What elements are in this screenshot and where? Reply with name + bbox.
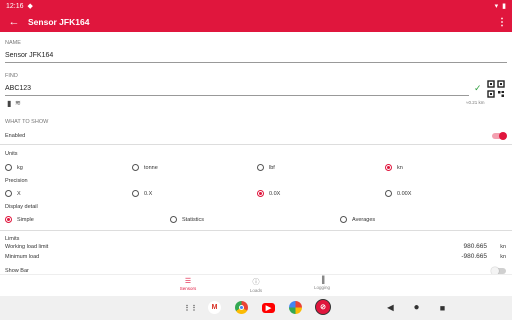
name-label: NAME [5, 40, 21, 46]
find-underline [5, 95, 469, 96]
nav-logging[interactable]: ▐ Logging [302, 277, 342, 290]
what-to-show-label: WHAT TO SHOW [5, 119, 49, 125]
bar-chart-icon: ▐ [319, 277, 325, 284]
working-load-unit: kn [500, 244, 506, 250]
divider [0, 144, 512, 145]
divider [0, 230, 512, 231]
precision-radio-0x[interactable]: 0.X [132, 190, 152, 197]
precision-radio-000x[interactable]: 0.00X [385, 190, 411, 197]
enabled-label: Enabled [5, 133, 26, 139]
battery-icon: ▮ [7, 99, 12, 108]
find-input[interactable]: ABC123 [5, 85, 31, 92]
units-radio-lbf[interactable]: lbf [257, 164, 275, 171]
app-bar: ← Sensor JFK164 ⋮ [0, 12, 512, 32]
display-detail-label: Display detail [5, 204, 38, 210]
wifi-icon: ▾ [494, 3, 499, 10]
find-label: FIND [5, 73, 18, 79]
detail-radio-statistics[interactable]: Statistics [170, 216, 204, 223]
working-load-label: Working load limit [5, 244, 49, 250]
gauge-icon: ⓘ [252, 279, 260, 286]
list-icon: ☰ [184, 278, 192, 285]
check-icon: ✓ [474, 83, 482, 93]
back-arrow-icon[interactable]: ← [0, 16, 28, 28]
name-input[interactable]: Sensor JFK164 [5, 52, 53, 59]
minimum-load-unit: kn [500, 254, 506, 260]
recents-icon[interactable]: ■ [436, 301, 449, 314]
system-navigation-bar: ⋮⋮ M ▶ ⊘ ◀ ● ■ [0, 296, 512, 320]
photos-icon[interactable] [289, 301, 302, 314]
overflow-menu-icon[interactable]: ⋮ [492, 17, 512, 28]
nav-loads[interactable]: ⓘ Loads [236, 277, 276, 293]
status-time: 12:16 [6, 2, 24, 10]
shield-icon: ◆ [27, 3, 33, 10]
app-logo-icon[interactable]: ⊘ [315, 299, 331, 315]
detail-radio-simple[interactable]: Simple [5, 216, 34, 223]
detail-radio-averages[interactable]: Averages [340, 216, 375, 223]
enabled-toggle[interactable] [492, 131, 507, 140]
precision-radio-x[interactable]: X [5, 190, 21, 197]
battery-icon: ▮ [502, 3, 506, 10]
wifi-icon: ≋ [15, 100, 21, 107]
distance-text: ≈0.21 km [466, 100, 485, 105]
precision-label: Precision [5, 178, 28, 184]
units-radio-tonne[interactable]: tonne [132, 164, 158, 171]
units-radio-kn[interactable]: kn [385, 164, 403, 171]
back-icon[interactable]: ◀ [384, 301, 397, 314]
settings-form: NAME Sensor JFK164 FIND ABC123 ✓ ≈0.21 k… [0, 32, 512, 274]
status-bar: 12:16 ◆ ▾ ▮ [0, 0, 512, 12]
youtube-icon[interactable]: ▶ [262, 303, 275, 313]
units-label: Units [5, 151, 18, 157]
qr-scan-icon[interactable] [487, 80, 505, 98]
home-icon[interactable]: ● [410, 301, 423, 314]
minimum-load-label: Minimum load [5, 254, 40, 260]
units-radio-kg[interactable]: kg [5, 164, 23, 171]
nav-sensors[interactable]: ☰ Sensors [168, 277, 208, 291]
app-drawer-icon[interactable]: ⋮⋮ [184, 301, 198, 314]
precision-radio-00x[interactable]: 0.0X [257, 190, 280, 197]
limits-label: Limits [5, 236, 20, 242]
working-load-value[interactable]: 980.665 [464, 243, 488, 250]
chrome-icon[interactable] [235, 301, 248, 314]
gmail-icon[interactable]: M [208, 301, 221, 314]
bottom-navigation: ☰ Sensors ⓘ Loads ▐ Logging [0, 274, 512, 296]
page-title: Sensor JFK164 [28, 17, 90, 27]
minimum-load-value[interactable]: -980.665 [461, 253, 487, 260]
name-underline [5, 62, 507, 63]
